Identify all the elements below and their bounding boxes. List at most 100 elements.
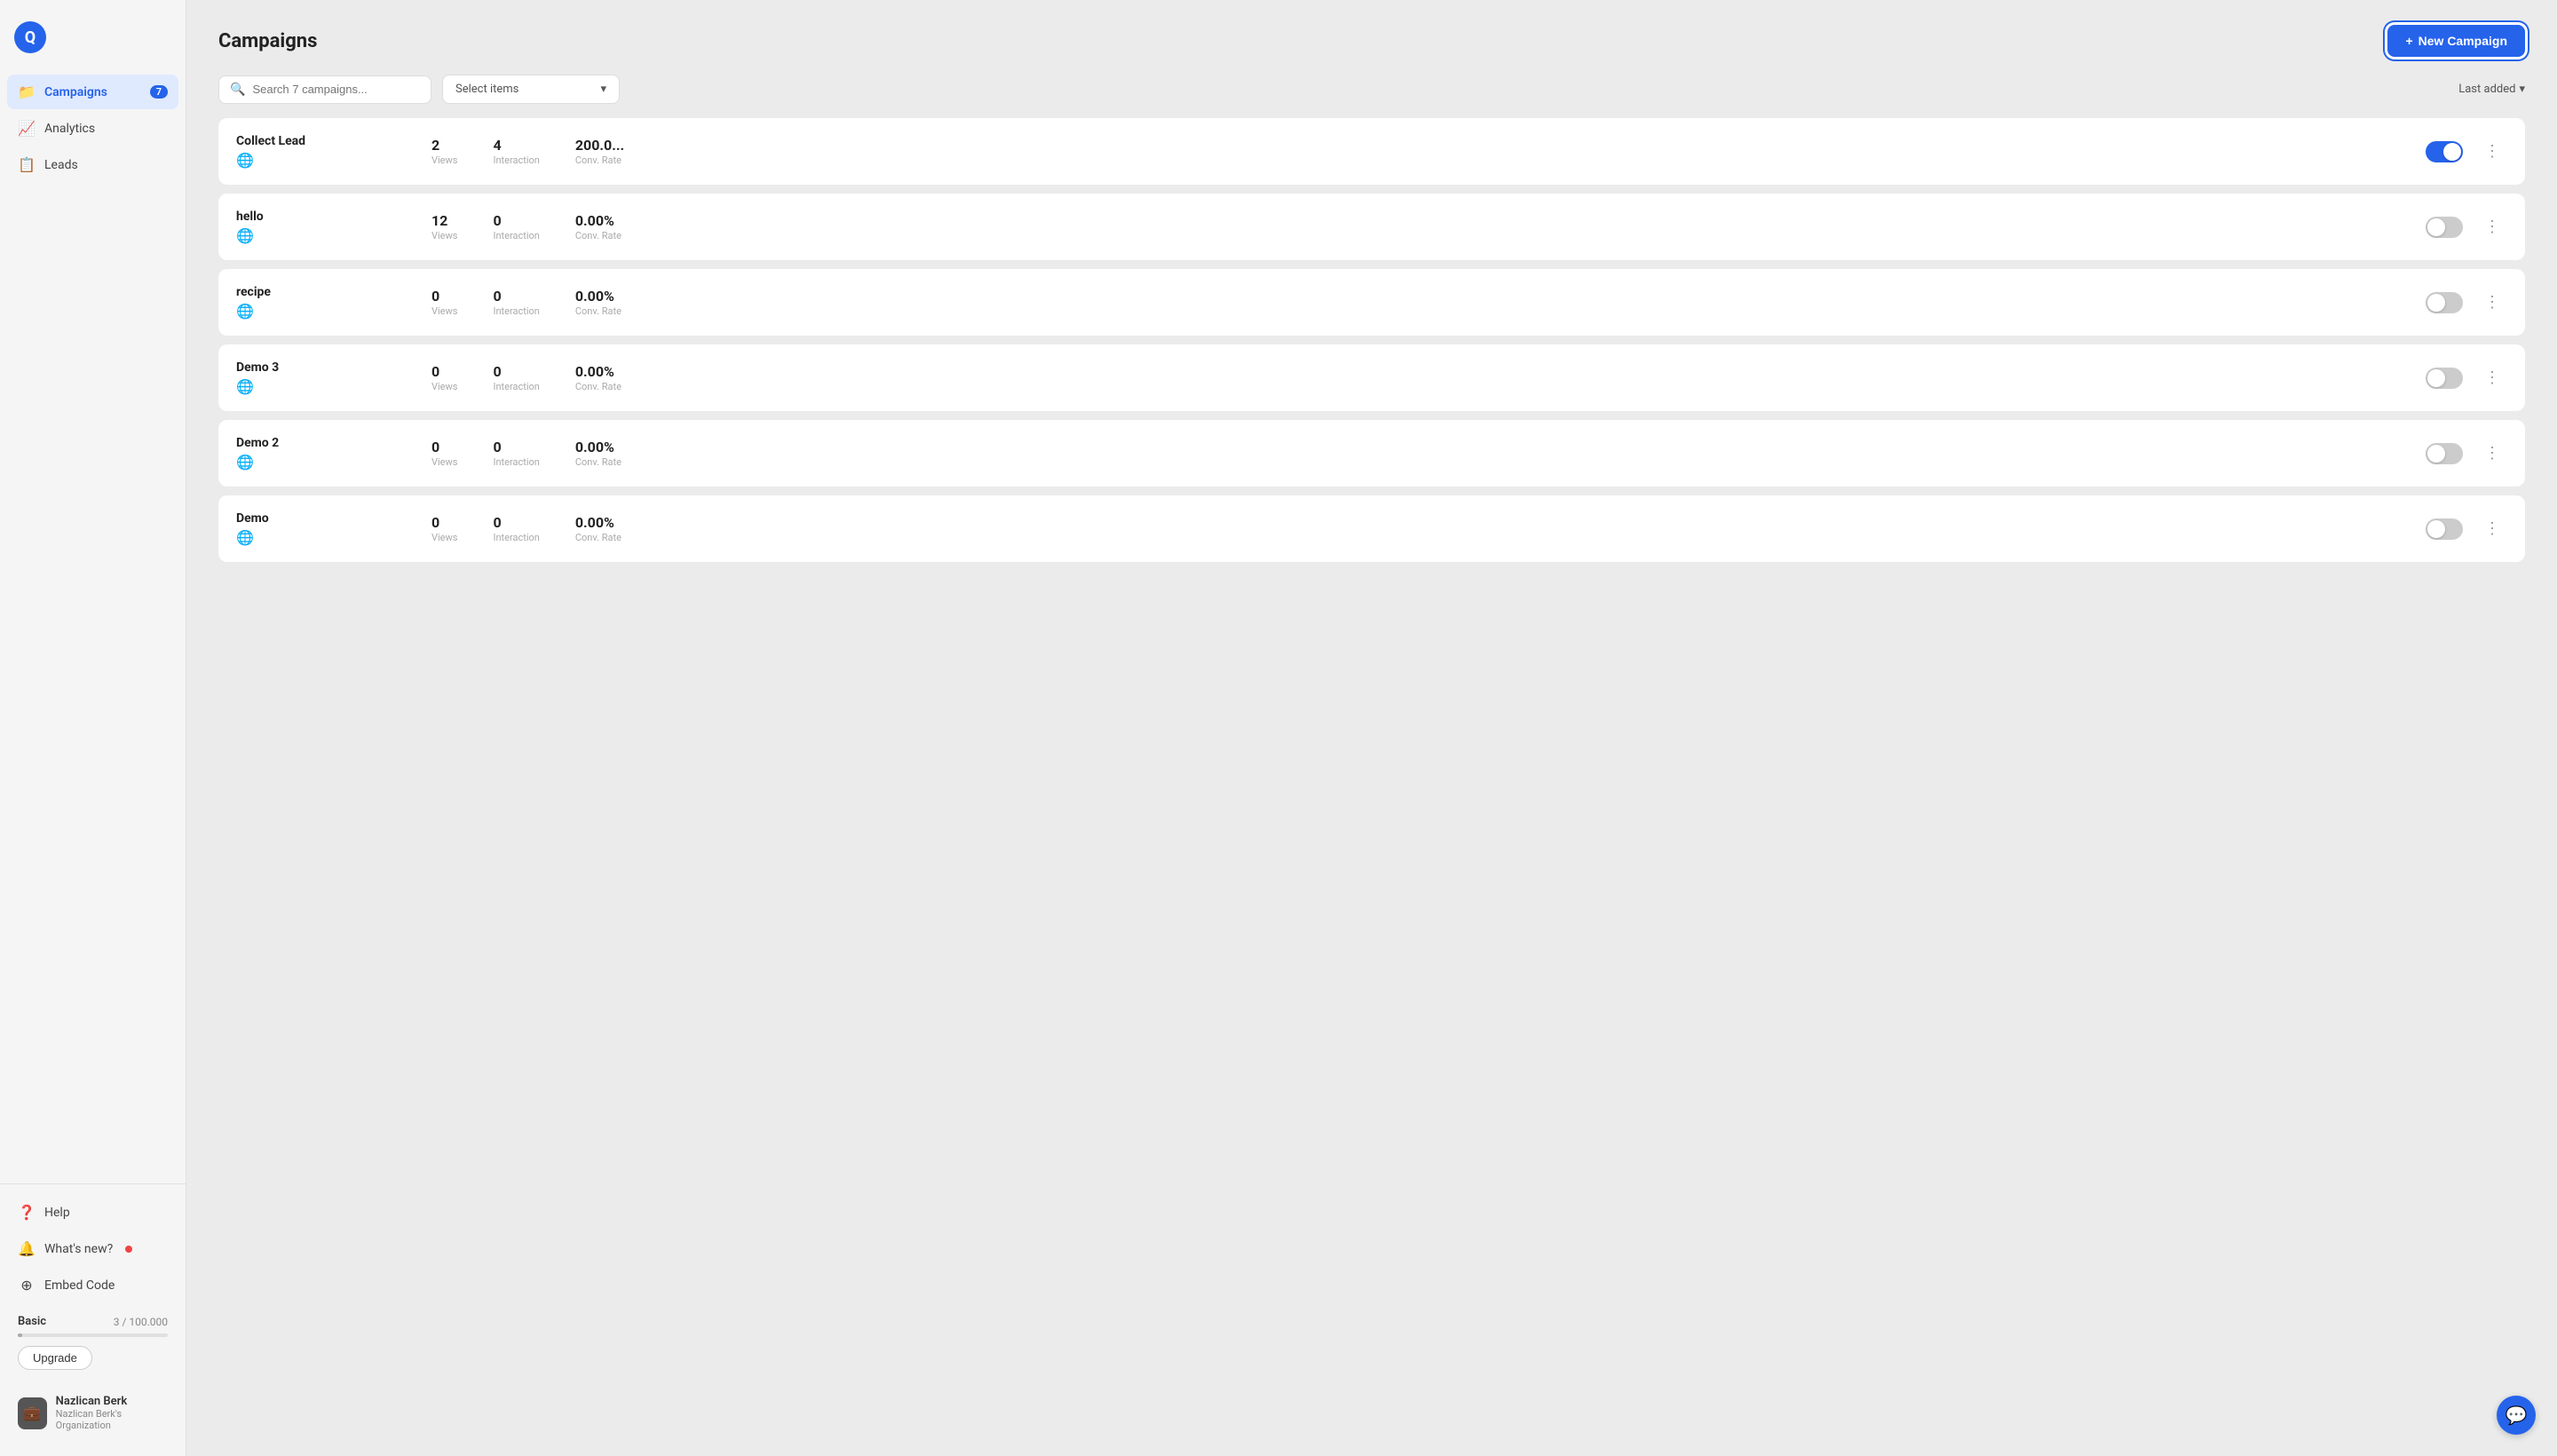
app-logo[interactable]: Q: [14, 21, 46, 53]
campaign-toggle[interactable]: [2426, 141, 2463, 162]
sidebar-item-label: Help: [44, 1206, 70, 1220]
sidebar-item-campaigns[interactable]: 📁 Campaigns 7: [7, 75, 178, 109]
sort-control[interactable]: Last added ▾: [2458, 83, 2525, 96]
more-options-button[interactable]: ⋮: [2477, 440, 2507, 466]
toggle-knob: [2427, 369, 2445, 387]
conv-rate-value: 0.00%: [575, 439, 614, 455]
sidebar-item-label: Analytics: [44, 122, 95, 136]
plan-usage: 3 / 100.000: [114, 1316, 168, 1328]
conv-rate-value: 0.00%: [575, 363, 614, 380]
more-options-button[interactable]: ⋮: [2477, 289, 2507, 315]
campaign-toggle[interactable]: [2426, 217, 2463, 238]
stat-views: 2 Views: [431, 137, 457, 166]
sidebar-item-help[interactable]: ❓ Help: [7, 1195, 178, 1230]
campaign-toggle[interactable]: [2426, 292, 2463, 313]
globe-icon: 🌐: [236, 529, 414, 546]
campaign-actions: ⋮: [2426, 365, 2507, 391]
interaction-value: 0: [493, 514, 501, 531]
interaction-label: Interaction: [493, 381, 539, 392]
campaign-name[interactable]: Demo: [236, 511, 414, 526]
user-profile[interactable]: 💼 Nazlican Berk Nazlican Berk's Organiza…: [7, 1384, 178, 1442]
campaigns-icon: 📁: [18, 83, 36, 100]
filter-dropdown[interactable]: Select items ▾: [442, 75, 620, 104]
stat-views: 0 Views: [431, 439, 457, 468]
views-value: 12: [431, 212, 447, 229]
search-icon: 🔍: [230, 83, 245, 97]
stat-conv-rate: 0.00% Conv. Rate: [575, 212, 621, 241]
sidebar: Q 📁 Campaigns 7 📈 Analytics 📋 Leads ❓ He…: [0, 0, 186, 1456]
sidebar-item-embed-code[interactable]: ⊕ Embed Code: [7, 1268, 178, 1302]
globe-icon: 🌐: [236, 378, 414, 395]
campaign-name[interactable]: Demo 2: [236, 436, 414, 450]
campaign-stats: 12 Views 0 Interaction 0.00% Conv. Rate: [431, 212, 2408, 241]
campaign-toggle[interactable]: [2426, 518, 2463, 540]
campaign-actions: ⋮: [2426, 289, 2507, 315]
conv-rate-value: 0.00%: [575, 288, 614, 305]
user-org: Nazlican Berk's Organization: [56, 1408, 168, 1431]
campaign-actions: ⋮: [2426, 440, 2507, 466]
campaigns-list: Collect Lead 🌐 2 Views 4 Interaction 200…: [186, 118, 2557, 1456]
new-campaign-button[interactable]: + New Campaign: [2387, 25, 2525, 57]
sidebar-item-label: Campaigns: [44, 85, 107, 99]
sidebar-item-analytics[interactable]: 📈 Analytics: [7, 111, 178, 146]
search-box[interactable]: 🔍: [218, 75, 431, 104]
campaign-card: Demo 2 🌐 0 Views 0 Interaction 0.00% Con…: [218, 420, 2525, 487]
campaign-name[interactable]: hello: [236, 210, 414, 224]
notification-dot: [125, 1246, 132, 1253]
campaign-stats: 0 Views 0 Interaction 0.00% Conv. Rate: [431, 514, 2408, 543]
conv-rate-label: Conv. Rate: [575, 230, 621, 241]
views-value: 0: [431, 288, 439, 305]
interaction-value: 0: [493, 212, 501, 229]
views-label: Views: [431, 532, 457, 543]
toolbar-left: 🔍 Select items ▾: [218, 75, 620, 104]
stat-conv-rate: 0.00% Conv. Rate: [575, 439, 621, 468]
chat-button[interactable]: 💬: [2497, 1396, 2536, 1435]
conv-rate-value: 200.0...: [575, 137, 624, 154]
campaign-card: hello 🌐 12 Views 0 Interaction 0.00% Con…: [218, 194, 2525, 260]
analytics-icon: 📈: [18, 120, 36, 137]
search-input[interactable]: [252, 83, 420, 96]
sort-label-text: Last added: [2458, 83, 2515, 96]
campaign-name[interactable]: Collect Lead: [236, 134, 414, 148]
conv-rate-value: 0.00%: [575, 514, 614, 531]
stat-views: 0 Views: [431, 514, 457, 543]
plan-name: Basic: [18, 1315, 46, 1328]
stat-views: 12 Views: [431, 212, 457, 241]
campaign-info: Demo 3 🌐: [236, 360, 414, 395]
sidebar-item-whats-new[interactable]: 🔔 What's new?: [7, 1231, 178, 1266]
more-options-button[interactable]: ⋮: [2477, 516, 2507, 542]
leads-icon: 📋: [18, 156, 36, 173]
globe-icon: 🌐: [236, 152, 414, 169]
sidebar-item-label: What's new?: [44, 1242, 113, 1256]
globe-icon: 🌐: [236, 303, 414, 320]
campaign-toggle[interactable]: [2426, 368, 2463, 389]
embed-code-icon: ⊕: [18, 1277, 36, 1294]
campaign-stats: 0 Views 0 Interaction 0.00% Conv. Rate: [431, 288, 2408, 317]
campaign-name[interactable]: recipe: [236, 285, 414, 299]
plan-progress-fill: [18, 1333, 22, 1337]
avatar: 💼: [18, 1397, 47, 1429]
campaign-actions: ⋮: [2426, 138, 2507, 164]
more-options-button[interactable]: ⋮: [2477, 214, 2507, 240]
views-value: 0: [431, 514, 439, 531]
more-options-button[interactable]: ⋮: [2477, 138, 2507, 164]
plan-section: Basic 3 / 100.000 Upgrade: [7, 1304, 178, 1377]
views-label: Views: [431, 381, 457, 392]
campaign-info: Demo 🌐: [236, 511, 414, 546]
sidebar-item-leads[interactable]: 📋 Leads: [7, 147, 178, 182]
sidebar-item-label: Embed Code: [44, 1278, 115, 1293]
sidebar-item-label: Leads: [44, 158, 78, 172]
conv-rate-label: Conv. Rate: [575, 532, 621, 543]
stat-conv-rate: 0.00% Conv. Rate: [575, 363, 621, 392]
upgrade-button[interactable]: Upgrade: [18, 1346, 92, 1370]
views-label: Views: [431, 154, 457, 166]
page-title: Campaigns: [218, 30, 317, 52]
campaign-name[interactable]: Demo 3: [236, 360, 414, 375]
main-header: Campaigns + New Campaign: [186, 0, 2557, 75]
whats-new-icon: 🔔: [18, 1240, 36, 1257]
campaign-toggle[interactable]: [2426, 443, 2463, 464]
toggle-knob: [2427, 445, 2445, 463]
stat-conv-rate: 0.00% Conv. Rate: [575, 288, 621, 317]
sidebar-nav: 📁 Campaigns 7 📈 Analytics 📋 Leads: [0, 75, 186, 1176]
more-options-button[interactable]: ⋮: [2477, 365, 2507, 391]
